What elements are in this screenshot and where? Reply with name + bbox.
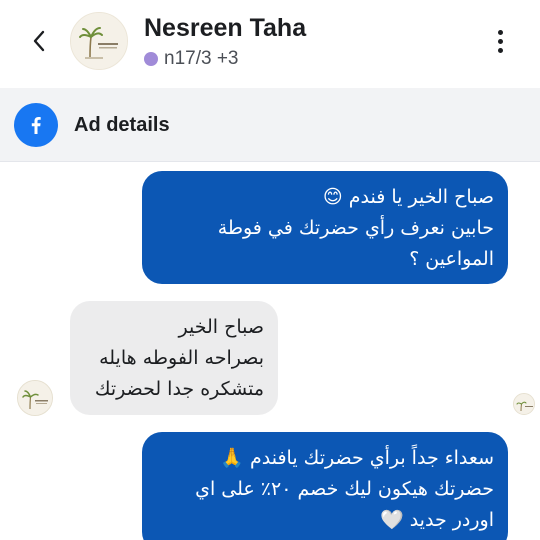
message-line: سعداء جداً برأي حضرتك يافندم 🙏 — [220, 447, 494, 469]
outgoing-message[interactable]: سعداء جداً برأي حضرتك يافندم 🙏 حضرتك هيك… — [142, 432, 508, 540]
label-tag[interactable]: n17/3 +3 — [144, 48, 239, 70]
palm-logo-icon — [514, 394, 534, 414]
palm-logo-icon — [18, 381, 52, 415]
message-line: متشكره جدا لحضرتك — [94, 378, 264, 400]
outgoing-message[interactable]: صباح الخير يا فندم 😊 حابين نعرف رأي حضرت… — [142, 171, 508, 284]
conversation-header: Nesreen Taha n17/3 +3 — [0, 0, 540, 84]
more-options-button[interactable] — [488, 26, 512, 56]
chevron-left-icon — [33, 30, 45, 52]
more-vertical-icon — [497, 29, 503, 35]
message-line: المواعين ؟ — [409, 248, 494, 270]
contact-name[interactable]: Nesreen Taha — [144, 14, 306, 43]
message-line: اوردر جديد 🤍 — [380, 509, 494, 531]
facebook-icon — [14, 103, 58, 147]
message-line: بصراحه الفوطه هايله — [99, 347, 264, 369]
sender-avatar[interactable] — [17, 380, 53, 416]
tag-text: n17/3 +3 — [164, 48, 239, 69]
message-line: حضرتك هيكون ليك خصم ٢٠٪ على اي — [195, 478, 494, 500]
tag-dot-icon — [144, 52, 158, 66]
incoming-message[interactable]: صباح الخير بصراحه الفوطه هايله متشكره جد… — [70, 301, 278, 415]
back-button[interactable] — [22, 24, 56, 58]
contact-avatar[interactable] — [70, 12, 128, 70]
message-line: صباح الخير يا فندم 😊 — [322, 186, 494, 208]
ad-details-bar[interactable]: Ad details — [0, 88, 540, 162]
palm-logo-icon — [71, 13, 127, 69]
ad-details-label: Ad details — [74, 114, 170, 136]
message-line: حابين نعرف رأي حضرتك في فوطة — [217, 217, 494, 239]
message-line: صباح الخير — [178, 316, 264, 338]
read-receipt-avatar — [513, 393, 535, 415]
